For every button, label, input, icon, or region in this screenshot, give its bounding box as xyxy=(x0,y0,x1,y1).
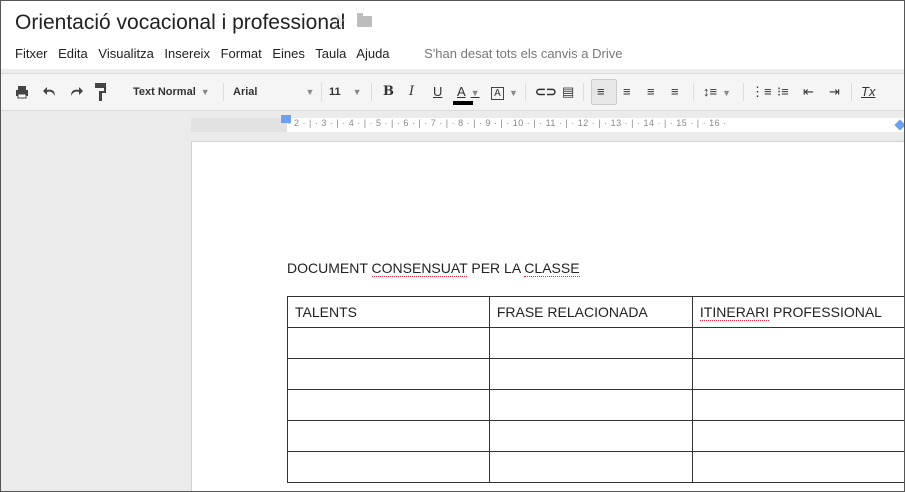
heading-text: PER LA xyxy=(467,260,525,276)
increase-indent-icon[interactable]: ⇥ xyxy=(829,84,840,100)
menu-insert[interactable]: Insereix xyxy=(164,46,210,61)
toolbar-divider xyxy=(583,83,584,101)
numbered-list-icon[interactable]: ⋮≡ xyxy=(751,84,772,100)
table-cell[interactable] xyxy=(488,389,693,421)
ruler-strip[interactable]: · 2 · | · 1 · | · ▾ · 1 · | · 2 · | · 3 … xyxy=(191,118,904,132)
table-cell[interactable] xyxy=(691,327,904,359)
toolbar: Text Normal ▼ Arial ▼ 11 ▼ B I U A ▼ A ▼ ⊂⊃ ▤… xyxy=(1,73,904,111)
app-window: Orientació vocacional i professional ☆ F… xyxy=(0,0,905,492)
table-cell[interactable] xyxy=(287,389,490,421)
toolbar-divider xyxy=(693,83,694,101)
toolbar-divider xyxy=(525,83,526,101)
table-header-cell[interactable]: ITINERARI PROFESSIONAL xyxy=(691,296,904,328)
italic-button[interactable]: I xyxy=(409,84,414,100)
toolbar-divider xyxy=(851,83,852,101)
bold-button[interactable]: B xyxy=(383,84,394,100)
redo-icon[interactable] xyxy=(69,86,83,98)
toolbar-divider xyxy=(743,83,744,101)
align-right-icon[interactable]: ≡ xyxy=(647,84,655,100)
align-left-icon[interactable]: ≡ xyxy=(597,84,605,100)
menu-view[interactable]: Visualitza xyxy=(98,46,153,61)
table-cell[interactable] xyxy=(691,358,904,390)
menu-bar: Fitxer Edita Visualitza Insereix Format … xyxy=(15,46,629,61)
clear-formatting-icon[interactable]: Tx xyxy=(861,84,875,100)
font-select[interactable]: Arial ▼ xyxy=(233,84,314,100)
menu-edit[interactable]: Edita xyxy=(58,46,88,61)
table-header-row: TALENTS FRASE RELACIONADA ITINERARI PROF… xyxy=(287,296,904,328)
line-spacing-icon[interactable]: ↕≡ ▼ xyxy=(703,84,731,101)
toolbar-divider xyxy=(371,83,372,101)
table-cell[interactable] xyxy=(691,451,904,483)
header-text-misspelled: ITINERARI xyxy=(699,304,770,321)
table-row xyxy=(287,420,904,452)
align-center-icon[interactable]: ≡ xyxy=(623,84,631,100)
print-icon[interactable] xyxy=(15,85,29,99)
table-cell[interactable] xyxy=(287,358,490,390)
document-heading[interactable]: DOCUMENT CONSENSUAT PER LA CLASSE xyxy=(287,260,580,277)
table-row xyxy=(287,389,904,421)
table-cell[interactable] xyxy=(488,358,693,390)
heading-text: DOCUMENT xyxy=(287,260,372,276)
document-title[interactable]: Orientació vocacional i professional xyxy=(15,11,345,35)
menu-file[interactable]: Fitxer xyxy=(15,46,48,61)
decrease-indent-icon[interactable]: ⇤ xyxy=(803,84,814,100)
underline-button[interactable]: U xyxy=(433,84,442,100)
highlight-icon: A xyxy=(491,87,504,100)
font-size-value: 11 xyxy=(329,86,341,98)
table-cell[interactable] xyxy=(287,327,490,359)
ruler: · 2 · | · 1 · | · ▾ · 1 · | · 2 · | · 3 … xyxy=(1,111,904,139)
heading-text-misspelled: CONSENSUAT xyxy=(371,260,468,277)
font-select-value: Arial xyxy=(233,86,258,98)
table-cell[interactable] xyxy=(691,420,904,452)
menu-help[interactable]: Ajuda xyxy=(356,46,389,61)
table-cell[interactable] xyxy=(691,389,904,421)
link-icon[interactable]: ⊂⊃ xyxy=(535,84,557,100)
ruler-left-margin xyxy=(191,118,287,132)
table-header-cell[interactable]: TALENTS xyxy=(287,296,490,328)
text-color-swatch xyxy=(453,101,473,105)
title-bar: Orientació vocacional i professional ☆ F… xyxy=(1,1,904,69)
table-cell[interactable] xyxy=(287,451,490,483)
heading-text-misspelled: CLASSE xyxy=(524,260,580,277)
bulleted-list-icon[interactable]: ⁝≡ xyxy=(777,84,789,100)
text-color-button[interactable]: A ▼ xyxy=(457,84,480,101)
highlight-color-button[interactable]: A ▼ xyxy=(491,84,518,101)
paint-format-icon[interactable] xyxy=(95,83,107,101)
table-row xyxy=(287,327,904,359)
table-cell[interactable] xyxy=(488,420,693,452)
text-color-letter: A xyxy=(457,84,466,99)
comment-icon[interactable]: ▤ xyxy=(562,84,574,100)
talents-table: TALENTS FRASE RELACIONADA ITINERARI PROF… xyxy=(287,296,904,483)
document-page[interactable]: DOCUMENT CONSENSUAT PER LA CLASSE TALENT… xyxy=(191,141,904,491)
table-cell[interactable] xyxy=(488,327,693,359)
menu-table[interactable]: Taula xyxy=(315,46,346,61)
style-select-value: Text Normal xyxy=(133,86,196,98)
style-select[interactable]: Text Normal ▼ xyxy=(133,84,210,100)
undo-icon[interactable] xyxy=(43,86,57,98)
menu-tools[interactable]: Eines xyxy=(272,46,305,61)
folder-icon[interactable] xyxy=(357,13,372,27)
font-size-select[interactable]: 11 ▼ xyxy=(329,84,362,100)
table-cell[interactable] xyxy=(488,451,693,483)
table-row xyxy=(287,451,904,483)
align-justify-icon[interactable]: ≡ xyxy=(671,84,679,100)
menu-format[interactable]: Format xyxy=(221,46,262,61)
table-header-cell[interactable]: FRASE RELACIONADA xyxy=(488,296,693,328)
toolbar-divider xyxy=(223,83,224,101)
table-row xyxy=(287,358,904,390)
star-icon[interactable]: ☆ xyxy=(331,12,346,32)
toolbar-divider xyxy=(321,83,322,101)
save-status: S'han desat tots els canvis a Drive xyxy=(424,46,623,61)
header-text: PROFESSIONAL xyxy=(769,304,882,320)
indent-marker-icon[interactable] xyxy=(281,115,291,123)
table-cell[interactable] xyxy=(287,420,490,452)
